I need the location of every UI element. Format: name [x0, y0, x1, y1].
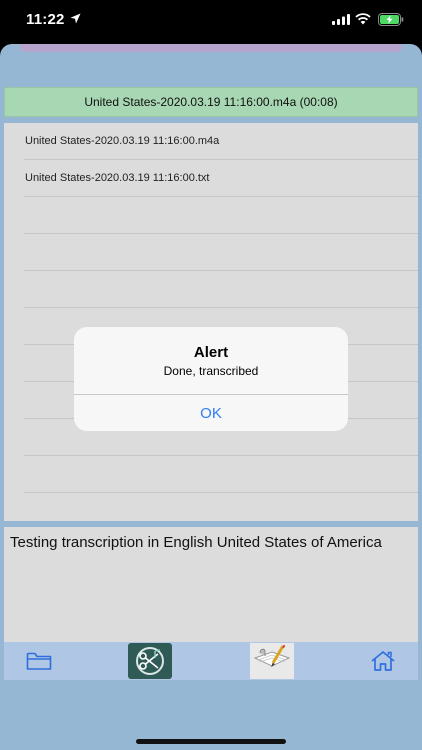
alert-title: Alert — [193, 344, 229, 361]
alert-dialog: Alert Done, transcribed OK — [74, 327, 348, 431]
alert-message: Done, transcribed — [163, 364, 259, 378]
alert-ok-button[interactable]: OK — [74, 395, 348, 431]
